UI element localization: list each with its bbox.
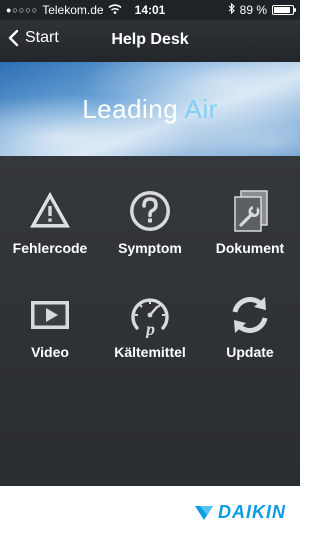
document-wrench-icon <box>234 190 268 232</box>
menu-item-fehlercode[interactable]: Fehlercode <box>0 188 100 256</box>
tagline-word-2: Air <box>184 94 218 124</box>
daikin-logo: DAIKIN <box>194 502 286 523</box>
menu-item-kaeltemittel[interactable]: p Kältemittel <box>100 292 200 360</box>
tagline-word-1: Leading <box>82 94 179 124</box>
status-bar: ●○○○○ Telekom.de 14:01 89 % <box>0 0 300 20</box>
page-title: Help Desk <box>111 31 189 48</box>
refresh-icon <box>232 297 268 333</box>
battery-area: 89 % <box>228 2 296 17</box>
daikin-logo-mark-icon <box>195 505 213 520</box>
warning-triangle-icon <box>30 191 70 228</box>
footer: DAIKIN <box>0 486 300 534</box>
play-video-icon <box>31 301 69 329</box>
bluetooth-icon <box>228 2 235 17</box>
menu-item-dokument[interactable]: Dokument <box>200 188 300 256</box>
banner-tagline: Leading Air <box>0 94 300 125</box>
question-circle-icon <box>130 191 170 231</box>
menu-grid: Fehlercode Symptom Dokument Video p Kält… <box>0 156 300 486</box>
battery-icon <box>272 5 296 15</box>
menu-item-label: Kältemittel <box>114 344 186 360</box>
menu-item-update[interactable]: Update <box>200 292 300 360</box>
battery-percent: 89 % <box>239 3 267 17</box>
svg-text:p: p <box>144 319 155 338</box>
menu-item-label: Video <box>31 344 69 360</box>
daikin-logo-text: DAIKIN <box>218 502 286 522</box>
sky-banner: Leading Air <box>0 62 300 156</box>
menu-item-label: Dokument <box>215 240 285 256</box>
battery-fill <box>274 7 290 13</box>
menu-item-label: Symptom <box>118 240 182 256</box>
menu-item-label: Fehlercode <box>12 240 88 256</box>
refrigerant-gauge-icon: p <box>131 298 169 338</box>
navigation-bar: Start Help Desk <box>0 20 300 62</box>
app-screen: ●○○○○ Telekom.de 14:01 89 % Start Help D… <box>0 0 300 534</box>
menu-item-video[interactable]: Video <box>0 292 100 360</box>
menu-item-symptom[interactable]: Symptom <box>100 188 200 256</box>
menu-item-label: Update <box>226 344 274 360</box>
